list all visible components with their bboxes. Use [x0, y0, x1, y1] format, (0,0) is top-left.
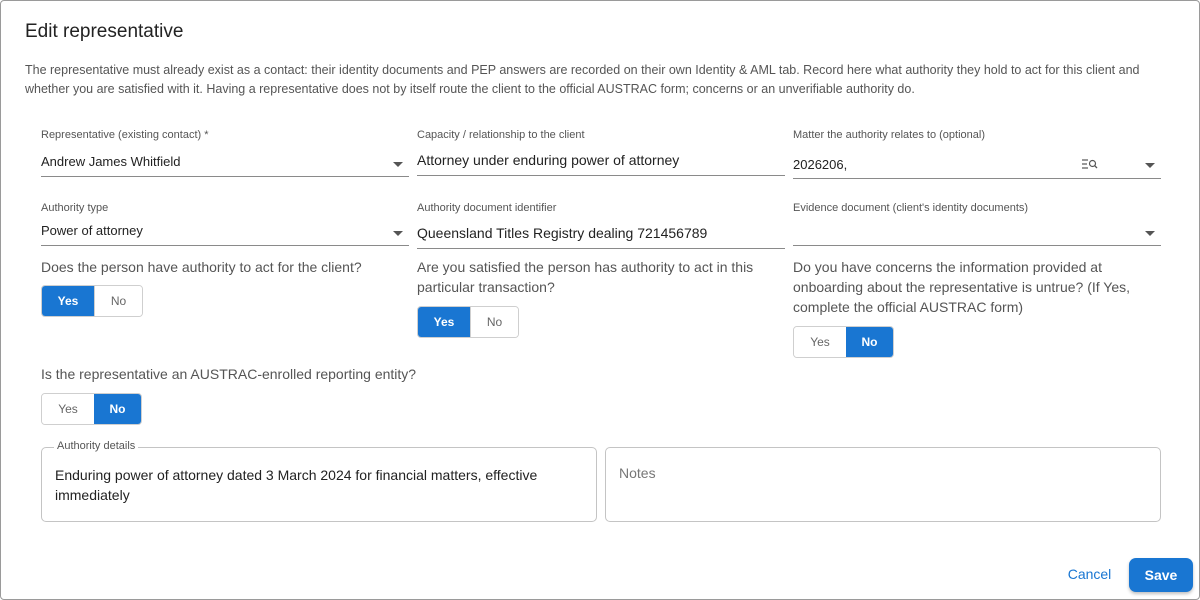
authority-details-legend: Authority details — [54, 440, 139, 452]
satisfied-yes-option[interactable]: Yes — [418, 307, 470, 337]
edit-representative-dialog: Edit representative The representative m… — [0, 0, 1200, 600]
dialog-title: Edit representative — [25, 21, 184, 42]
capacity-label: Capacity / relationship to the client — [417, 129, 585, 141]
authority-details-value: Enduring power of attorney dated 3 March… — [55, 467, 538, 503]
notes-placeholder: Notes — [619, 465, 656, 481]
question-has-authority: Does the person have authority to act fo… — [41, 259, 362, 275]
authority-doc-id-value: Queensland Titles Registry dealing 72145… — [417, 225, 708, 241]
authority-type-label: Authority type — [41, 202, 109, 214]
authority-doc-id-label: Authority document identifier — [417, 202, 557, 214]
capacity-value: Attorney under enduring power of attorne… — [417, 152, 680, 168]
concerns-toggle[interactable]: Yes No — [793, 326, 894, 358]
matter-label: Matter the authority relates to (optiona… — [793, 129, 985, 141]
austrac-enrolled-no-option[interactable]: No — [94, 394, 141, 424]
austrac-enrolled-toggle[interactable]: Yes No — [41, 393, 142, 425]
evidence-doc-label: Evidence document (client's identity doc… — [793, 202, 1029, 214]
has-authority-yes-option[interactable]: Yes — [42, 286, 94, 316]
satisfied-no-option[interactable]: No — [470, 307, 518, 337]
satisfied-toggle[interactable]: Yes No — [417, 306, 519, 338]
concerns-yes-option[interactable]: Yes — [794, 327, 846, 357]
cancel-button[interactable]: Cancel — [1062, 559, 1117, 589]
chevron-down-icon[interactable] — [1145, 163, 1155, 168]
authority-details-textarea[interactable]: Authority details Enduring power of atto… — [41, 440, 597, 522]
question-austrac-enrolled: Is the representative an AUSTRAC-enrolle… — [41, 366, 417, 382]
chevron-down-icon[interactable] — [393, 162, 403, 167]
dialog-intro: The representative must already exist as… — [25, 63, 1140, 96]
notes-textarea[interactable]: Notes — [605, 447, 1161, 522]
evidence-doc-select[interactable]: Evidence document (client's identity doc… — [793, 202, 1161, 246]
representative-value: Andrew James Whitfield — [41, 154, 181, 169]
question-concerns: Do you have concerns the information pro… — [793, 259, 1131, 315]
chevron-down-icon[interactable] — [393, 231, 403, 236]
representative-label: Representative (existing contact) * — [41, 129, 209, 141]
concerns-no-option[interactable]: No — [846, 327, 893, 357]
matter-value: 2026206, — [793, 157, 848, 172]
question-satisfied: Are you satisfied the person has authori… — [417, 259, 754, 295]
chevron-down-icon[interactable] — [1145, 231, 1155, 236]
has-authority-no-option[interactable]: No — [94, 286, 142, 316]
authority-doc-id-field[interactable]: Authority document identifier Queensland… — [417, 202, 785, 249]
austrac-enrolled-yes-option[interactable]: Yes — [42, 394, 94, 424]
authority-type-select[interactable]: Authority type Power of attorney — [41, 202, 409, 246]
search-list-icon[interactable] — [1082, 157, 1098, 175]
has-authority-toggle[interactable]: Yes No — [41, 285, 143, 317]
matter-select[interactable]: Matter the authority relates to (optiona… — [793, 129, 1161, 179]
save-button[interactable]: Save — [1129, 558, 1193, 592]
representative-select[interactable]: Representative (existing contact) * Andr… — [41, 129, 409, 177]
capacity-field[interactable]: Capacity / relationship to the client At… — [417, 129, 785, 177]
authority-type-value: Power of attorney — [41, 223, 143, 238]
